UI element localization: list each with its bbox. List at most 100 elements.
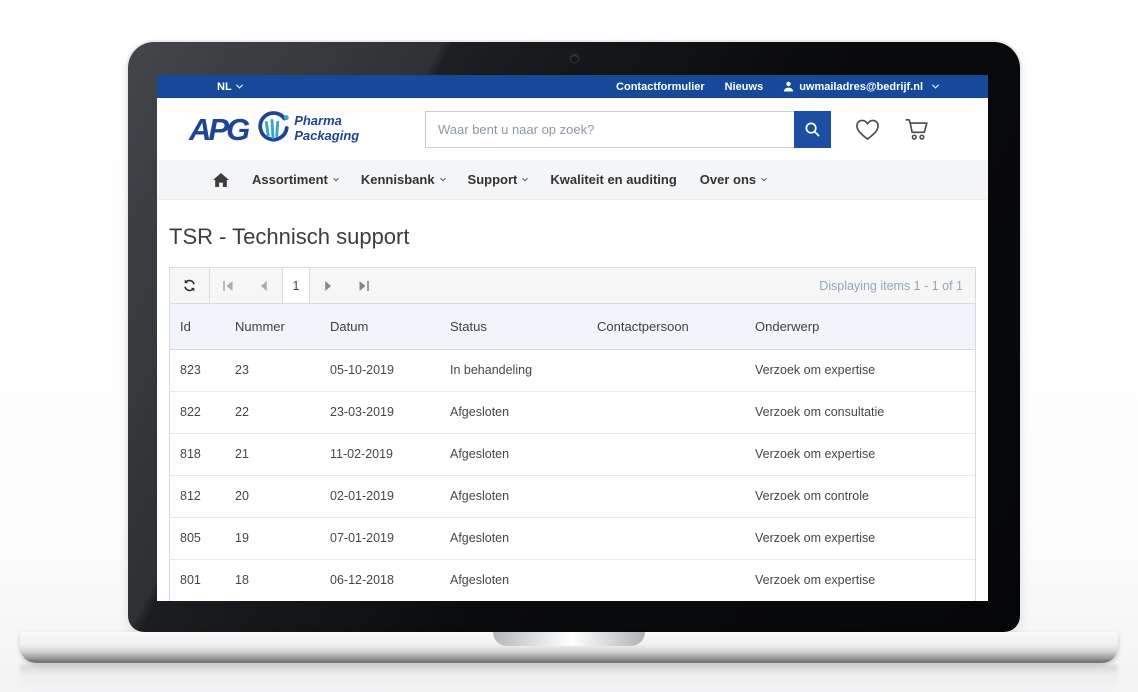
cell-status: Afgesloten bbox=[440, 475, 587, 517]
first-page-icon bbox=[222, 280, 234, 292]
cell-nummer: 20 bbox=[225, 475, 320, 517]
column-header-datum[interactable]: Datum bbox=[320, 304, 440, 349]
cell-contactpersoon bbox=[587, 349, 745, 391]
chevron-down-icon bbox=[333, 175, 339, 181]
next-page-icon bbox=[322, 280, 334, 292]
page-title: TSR - Technisch support bbox=[169, 224, 976, 250]
language-label: NL bbox=[217, 81, 232, 93]
column-header-onderwerp[interactable]: Onderwerp bbox=[745, 304, 975, 349]
search-bar bbox=[425, 111, 831, 148]
tsr-table: Id Nummer Datum Status Contactpersoon On… bbox=[170, 304, 975, 601]
table-row[interactable]: 812 20 02-01-2019 Afgesloten Verzoek om … bbox=[170, 475, 975, 517]
cell-contactpersoon bbox=[587, 391, 745, 433]
laptop-base bbox=[20, 632, 1118, 663]
site-header: APG Pharma Packaging bbox=[157, 98, 988, 160]
cell-onderwerp: Verzoek om expertise bbox=[745, 433, 975, 475]
wishlist-button[interactable] bbox=[854, 117, 881, 141]
nav-item-label: Support bbox=[468, 172, 518, 187]
cell-id: 823 bbox=[170, 349, 225, 391]
content-area: TSR - Technisch support bbox=[157, 224, 988, 601]
cell-contactpersoon bbox=[587, 517, 745, 559]
laptop-reflection bbox=[20, 665, 1118, 691]
dna-icon bbox=[253, 111, 291, 147]
chevron-down-icon bbox=[236, 82, 243, 89]
table-row[interactable]: 823 23 05-10-2019 In behandeling Verzoek… bbox=[170, 349, 975, 391]
cell-datum: 23-03-2019 bbox=[320, 391, 440, 433]
chevron-down-icon bbox=[932, 82, 939, 89]
cell-datum: 06-12-2018 bbox=[320, 559, 440, 601]
cell-onderwerp: Verzoek om expertise bbox=[745, 517, 975, 559]
nav-home[interactable] bbox=[213, 173, 229, 187]
column-header-contactpersoon[interactable]: Contactpersoon bbox=[587, 304, 745, 349]
table-row[interactable]: 805 19 07-01-2019 Afgesloten Verzoek om … bbox=[170, 517, 975, 559]
account-menu[interactable]: uwmailadres@bedrijf.nl bbox=[783, 81, 938, 93]
table-row[interactable]: 818 21 11-02-2019 Afgesloten Verzoek om … bbox=[170, 433, 975, 475]
nav-item-over-ons[interactable]: Over ons bbox=[700, 172, 766, 187]
cell-datum: 07-01-2019 bbox=[320, 517, 440, 559]
cell-contactpersoon bbox=[587, 559, 745, 601]
last-page-button[interactable] bbox=[346, 268, 382, 303]
nav-item-kennisbank[interactable]: Kennisbank bbox=[361, 172, 445, 187]
logo-tagline-line1: Pharma bbox=[294, 114, 359, 129]
current-page-button[interactable]: 1 bbox=[282, 268, 310, 303]
laptop-screen: NL Contactformulier Nieuws uwmailadres@b… bbox=[157, 75, 988, 601]
nav-item-support[interactable]: Support bbox=[468, 172, 528, 187]
page-background: NL Contactformulier Nieuws uwmailadres@b… bbox=[0, 0, 1138, 692]
cell-status: Afgesloten bbox=[440, 559, 587, 601]
chevron-down-icon bbox=[523, 175, 529, 181]
cell-id: 812 bbox=[170, 475, 225, 517]
cell-nummer: 21 bbox=[225, 433, 320, 475]
topbar-link-contactformulier[interactable]: Contactformulier bbox=[616, 81, 705, 93]
cell-nummer: 19 bbox=[225, 517, 320, 559]
cell-nummer: 18 bbox=[225, 559, 320, 601]
column-header-nummer[interactable]: Nummer bbox=[225, 304, 320, 349]
column-header-status[interactable]: Status bbox=[440, 304, 587, 349]
cell-onderwerp: Verzoek om expertise bbox=[745, 349, 975, 391]
table-row[interactable]: 801 18 06-12-2018 Afgesloten Verzoek om … bbox=[170, 559, 975, 601]
search-button[interactable] bbox=[794, 111, 831, 148]
cell-status: Afgesloten bbox=[440, 391, 587, 433]
account-email: uwmailadres@bedrijf.nl bbox=[799, 81, 923, 93]
previous-page-button[interactable] bbox=[246, 268, 282, 303]
chevron-down-icon bbox=[440, 175, 446, 181]
logo[interactable]: APG Pharma Packaging bbox=[189, 111, 395, 147]
refresh-icon bbox=[182, 278, 197, 293]
nav-item-assortiment[interactable]: Assortiment bbox=[252, 172, 338, 187]
search-input[interactable] bbox=[425, 111, 794, 148]
first-page-button[interactable] bbox=[210, 268, 246, 303]
cell-id: 822 bbox=[170, 391, 225, 433]
person-icon bbox=[783, 81, 794, 92]
refresh-button[interactable] bbox=[170, 268, 210, 303]
cell-contactpersoon bbox=[587, 433, 745, 475]
language-selector[interactable]: NL bbox=[217, 81, 242, 93]
column-header-id[interactable]: Id bbox=[170, 304, 225, 349]
tsr-grid: 1 Displaying items 1 - 1 of 1 bbox=[169, 267, 976, 601]
nav-item-label: Kennisbank bbox=[361, 172, 435, 187]
laptop-bezel: NL Contactformulier Nieuws uwmailadres@b… bbox=[128, 42, 1020, 632]
nav-item-label: Assortiment bbox=[252, 172, 328, 187]
cell-nummer: 22 bbox=[225, 391, 320, 433]
next-page-button[interactable] bbox=[310, 268, 346, 303]
chevron-down-icon bbox=[761, 175, 767, 181]
cell-datum: 05-10-2019 bbox=[320, 349, 440, 391]
nav-item-kwaliteit-en-auditing[interactable]: Kwaliteit en auditing bbox=[550, 172, 676, 187]
logo-tagline-line2: Packaging bbox=[294, 129, 359, 144]
cell-onderwerp: Verzoek om expertise bbox=[745, 559, 975, 601]
cart-icon bbox=[904, 117, 930, 141]
topbar-links: Contactformulier Nieuws uwmailadres@bedr… bbox=[616, 81, 938, 93]
cell-status: Afgesloten bbox=[440, 433, 587, 475]
logo-tagline: Pharma Packaging bbox=[294, 114, 359, 144]
nav-item-label: Kwaliteit en auditing bbox=[550, 172, 676, 187]
table-header-row: Id Nummer Datum Status Contactpersoon On… bbox=[170, 304, 975, 349]
main-nav: Assortiment Kennisbank Support Kwaliteit… bbox=[157, 160, 988, 200]
cell-contactpersoon bbox=[587, 475, 745, 517]
cart-button[interactable] bbox=[904, 117, 930, 141]
webcam-icon bbox=[571, 55, 578, 62]
topbar-link-nieuws[interactable]: Nieuws bbox=[725, 81, 764, 93]
cell-id: 801 bbox=[170, 559, 225, 601]
heart-icon bbox=[854, 117, 881, 141]
cell-status: Afgesloten bbox=[440, 517, 587, 559]
home-icon bbox=[213, 173, 229, 187]
laptop-base-notch bbox=[493, 632, 645, 646]
table-row[interactable]: 822 22 23-03-2019 Afgesloten Verzoek om … bbox=[170, 391, 975, 433]
